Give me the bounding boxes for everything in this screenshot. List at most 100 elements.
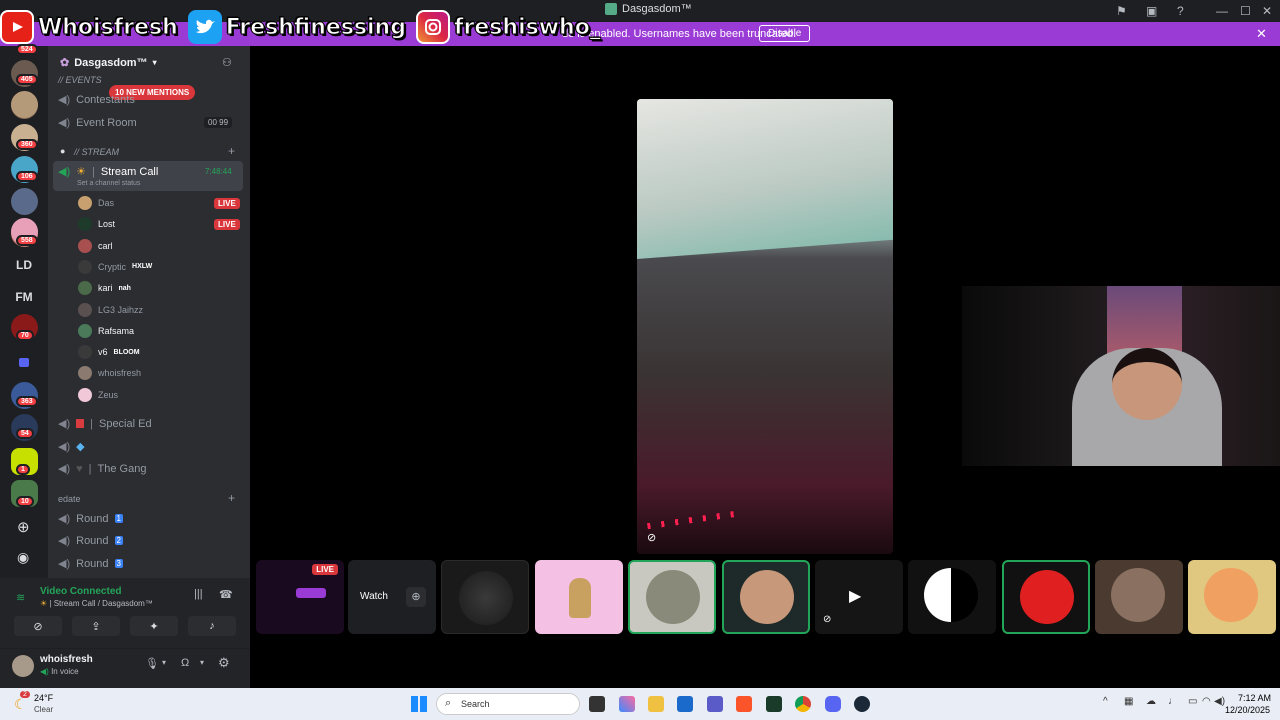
server-fm[interactable]: FM [10, 290, 38, 304]
avatar[interactable] [12, 655, 34, 677]
close-window-icon[interactable]: ✕ [1262, 4, 1272, 18]
add-channel-icon[interactable]: + [228, 144, 235, 158]
volume-icon[interactable]: ◀) [1214, 696, 1225, 707]
participant-tile[interactable] [1002, 560, 1090, 634]
close-icon[interactable]: ✕ [1256, 26, 1267, 42]
channel-the-gang[interactable]: ◀) ♥ | The Gang [58, 462, 146, 476]
voice-user[interactable]: whoisfresh [78, 366, 141, 381]
participant-tile[interactable] [1095, 560, 1183, 634]
category-events[interactable]: // Events [58, 75, 102, 85]
folder-icon[interactable] [19, 358, 29, 367]
inbox-icon[interactable]: ⚑ [1116, 4, 1127, 18]
discover-icon[interactable]: ◉ [17, 549, 29, 566]
brave-icon[interactable] [736, 696, 752, 712]
activity-button[interactable]: ✦ [130, 616, 178, 636]
channel-special-ed[interactable]: ◀) | Special Ed [58, 417, 152, 431]
tray-icon[interactable]: ▦ [1124, 696, 1133, 707]
participant-tile[interactable] [535, 560, 623, 634]
teams-icon[interactable] [707, 696, 723, 712]
minimize-icon[interactable]: — [1216, 4, 1228, 18]
microphone-icon[interactable]: ♩ [1168, 696, 1178, 707]
server-badge: 360 [16, 139, 38, 150]
screen-share-icon[interactable]: ▣ [1146, 4, 1157, 18]
server-badge: 558 [16, 235, 38, 246]
main-stream-video[interactable]: ⊘ [637, 99, 893, 554]
copilot-icon[interactable] [619, 696, 635, 712]
maximize-icon[interactable]: ☐ [1240, 4, 1251, 18]
voice-user[interactable]: Das [78, 196, 114, 210]
participant-tile[interactable] [1188, 560, 1276, 634]
username[interactable]: whoisfresh [40, 654, 93, 665]
microphone-icon[interactable]: 🎙︎ [145, 657, 159, 670]
start-icon[interactable] [411, 696, 427, 712]
share-screen-button[interactable]: ⇪ [72, 616, 120, 636]
chevron-down-icon[interactable]: ▾ [162, 658, 166, 667]
category-stream[interactable]: // STREAM [74, 147, 119, 157]
in-voice-icon: ◀) [40, 667, 49, 676]
participant-tile[interactable] [441, 560, 529, 634]
store-icon[interactable] [677, 696, 693, 712]
search-box[interactable]: ⌕ Search [436, 693, 580, 715]
voice-user[interactable]: carl [78, 238, 113, 253]
voice-user[interactable]: Lost [78, 217, 115, 232]
signal-icon: ≋ [16, 592, 26, 604]
app-icon[interactable] [766, 696, 782, 712]
task-view-icon[interactable] [589, 696, 605, 712]
server-icon[interactable] [11, 91, 38, 118]
participant-tile[interactable] [722, 560, 810, 634]
display-icon[interactable]: ▭ [1188, 696, 1197, 707]
watch-tile[interactable]: Watch ⊕ [348, 560, 436, 634]
voice-user[interactable]: Cryptic HXLW [78, 259, 152, 274]
channel-round-1[interactable]: ◀) Round 1 [58, 512, 123, 525]
watch-button[interactable]: Watch [360, 591, 388, 602]
add-server-icon[interactable]: ⊕ [17, 518, 30, 536]
weather-icon[interactable]: ☾ [14, 696, 27, 713]
help-icon[interactable]: ? [1177, 4, 1184, 18]
channel-status[interactable]: Set a channel status [77, 180, 140, 187]
noise-suppression-icon[interactable]: ||| [194, 588, 203, 600]
disconnect-icon[interactable]: ☎ [219, 588, 233, 601]
settings-icon[interactable]: ⚙ [218, 655, 230, 671]
chrome-icon[interactable] [795, 696, 811, 712]
channel-round-2[interactable]: ◀) Round 2 [58, 534, 123, 547]
voice-user[interactable]: kari nah [78, 281, 131, 296]
server-icon[interactable] [11, 188, 38, 215]
channel-round-3[interactable]: ◀) Round 3 [58, 557, 123, 570]
webcam-video[interactable] [962, 286, 1280, 466]
chevron-up-icon[interactable]: ^ [1103, 696, 1108, 707]
weather-temp[interactable]: 24°F [34, 693, 53, 703]
channel-contestants[interactable]: ◀) Contestants [58, 93, 135, 107]
file-explorer-icon[interactable] [648, 696, 664, 712]
channel-stream-call[interactable]: ◀) ☀ | Stream Call [58, 165, 158, 179]
participant-tile[interactable]: ▶ ⊘ [815, 560, 903, 634]
server-ld[interactable]: LD [10, 258, 38, 272]
soundboard-button[interactable]: ♪ [188, 616, 236, 636]
steam-icon[interactable] [854, 696, 870, 712]
camera-off-button[interactable]: ⊘ [14, 616, 62, 636]
guild-header[interactable]: ✿ Dasgasdom™ ▾ [60, 56, 157, 70]
channel-gem[interactable]: ◀) ◆ [58, 440, 85, 453]
disable-button[interactable]: Disable [759, 25, 811, 42]
add-member-icon[interactable]: ⚇ [222, 56, 232, 69]
wifi-icon[interactable]: ◠ [1202, 696, 1211, 707]
clock-date[interactable]: 12/20/2025 [1225, 705, 1270, 715]
voice-user[interactable]: LG3 Jaihzz [78, 302, 143, 317]
stream-preview-tile[interactable]: LIVE [256, 560, 344, 634]
voice-location[interactable]: ☀ | Stream Call / Dasgasdom™ [40, 599, 153, 608]
discord-icon[interactable] [825, 696, 841, 712]
headphones-icon[interactable]: Ω [181, 657, 189, 669]
channel-event-room[interactable]: ◀) Event Room [58, 116, 137, 130]
add-channel-icon[interactable]: + [228, 491, 235, 505]
participant-tile[interactable] [628, 560, 716, 634]
chevron-down-icon[interactable]: ▾ [200, 658, 204, 667]
voice-user[interactable]: v6 BLOOM [78, 345, 140, 360]
avatar [78, 259, 92, 274]
voice-user[interactable]: Rafsama [78, 323, 134, 338]
participant-tile[interactable] [908, 560, 996, 634]
clock-time[interactable]: 7:12 AM [1238, 693, 1271, 703]
voice-status[interactable]: Video Connected [40, 586, 122, 597]
category-edate[interactable]: edate [58, 494, 81, 504]
voice-user[interactable]: Zeus [78, 387, 118, 402]
tray-icon[interactable]: ☁ [1146, 696, 1156, 707]
zoom-icon[interactable]: ⊕ [406, 587, 426, 607]
